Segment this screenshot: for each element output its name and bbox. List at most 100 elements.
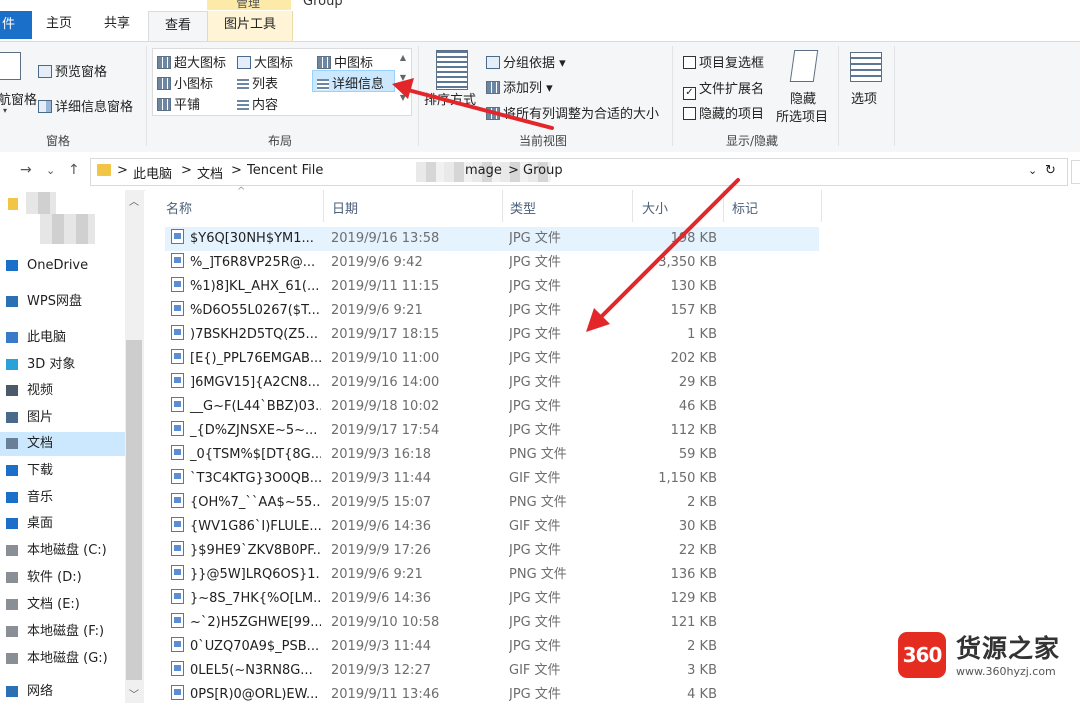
tab-file[interactable]: 件 <box>0 11 32 39</box>
nav-item[interactable]: 此电脑 <box>0 326 125 350</box>
layout-large-icons[interactable]: 大图标 <box>237 52 293 71</box>
chevron-up-icon[interactable]: ▲ <box>397 48 409 68</box>
layout-extra-large-icons[interactable]: 超大图标 <box>157 52 226 71</box>
column-header-type[interactable]: 类型 <box>510 198 536 217</box>
nav-item[interactable]: 本地磁盘 (C:) <box>0 539 125 563</box>
nav-item[interactable]: 视频 <box>0 379 125 403</box>
layout-small-icons[interactable]: 小图标 <box>157 73 213 92</box>
file-row[interactable]: _0{TSM%$[DT{8G... 2019/9/3 16:18 PNG 文件 59 … <box>165 443 819 467</box>
file-row[interactable]: }~8S_7HK{%O[LM... 2019/9/6 14:36 JPG 文件 129… <box>165 587 819 611</box>
layout-content[interactable]: 内容 <box>237 94 278 113</box>
item-checkboxes-toggle[interactable]: 项目复选框 <box>683 52 764 71</box>
crumb-group[interactable]: Group <box>523 163 563 178</box>
file-row[interactable]: ~`2)H5ZGHWE[99... 2019/9/10 10:58 JPG 文件 12… <box>165 611 819 635</box>
nav-item[interactable]: 图片 <box>0 406 125 430</box>
nav-item[interactable]: 软件 (D:) <box>0 566 125 590</box>
layout-list[interactable]: 列表 <box>237 73 278 92</box>
file-size-text: 136 KB <box>670 567 717 582</box>
crumb-image[interactable]: mage <box>465 163 502 178</box>
column-divider[interactable] <box>632 190 633 222</box>
column-header-date[interactable]: 日期 <box>332 198 358 217</box>
group-by-button[interactable]: 分组依据 ▾ <box>486 52 566 71</box>
fit-columns-button[interactable]: 将所有列调整为合适的大小 <box>486 103 659 122</box>
forward-arrow-icon[interactable]: → <box>20 162 32 178</box>
nav-item[interactable]: WPS网盘 <box>0 290 125 314</box>
file-row[interactable]: {WV1G86`I)FLULE... 2019/9/6 14:36 GIF 文件 30… <box>165 515 819 539</box>
nav-item[interactable]: OneDrive <box>0 254 125 278</box>
scroll-up-chevron-icon[interactable]: ︿ <box>129 193 139 208</box>
up-arrow-icon[interactable]: ↑ <box>68 162 80 178</box>
file-row[interactable]: __G~F(L44`BBZ)03... 2019/9/18 10:02 JPG 文件… <box>165 395 819 419</box>
file-row[interactable]: %1)8]KL_AHX_61(... 2019/9/11 11:15 JPG 文件 1… <box>165 275 819 299</box>
crumb-documents[interactable]: 文档 <box>197 163 223 182</box>
nav-item[interactable]: 本地磁盘 (G:) <box>0 647 125 671</box>
nav-item[interactable]: 文档 (E:) <box>0 593 125 617</box>
file-row[interactable]: `T3C4KTG}3O0QB... 2019/9/3 11:44 GIF 文件 1,1… <box>165 467 819 491</box>
folder-icon <box>97 164 111 176</box>
column-divider[interactable] <box>723 190 724 222</box>
file-row[interactable]: {OH%7_``AA$~55... 2019/9/5 15:07 PNG 文件 2 K… <box>165 491 819 515</box>
file-row[interactable]: %D6O55L0267($T... 2019/9/6 9:21 JPG 文件 157 … <box>165 299 819 323</box>
navigation-pane: OneDrive WPS网盘此电脑 3D 对象 视频图片文档下载音乐 桌面本地磁盘 (C… <box>0 190 144 703</box>
column-divider[interactable] <box>323 190 324 222</box>
file-extensions-toggle[interactable]: ✓ 文件扩展名 <box>683 78 764 100</box>
preview-pane-button[interactable]: 预览窗格 <box>38 61 107 80</box>
tab-picture-tools[interactable]: 图片工具 <box>207 11 293 41</box>
tab-view[interactable]: 查看 <box>148 11 208 42</box>
hide-selected-line1[interactable]: 隐藏 <box>790 88 816 107</box>
file-size: 130 KB <box>605 275 717 299</box>
nav-scrollbar-thumb[interactable] <box>126 340 142 680</box>
file-name-text: )7BSKH2D5TQ(Z5... <box>190 327 318 342</box>
options-button[interactable]: 选项 <box>851 88 877 107</box>
hidden-items-toggle[interactable]: 隐藏的项目 <box>683 103 764 122</box>
sort-by-button[interactable]: 排序方式 <box>424 89 476 108</box>
nav-item[interactable]: 文档 <box>0 432 125 456</box>
file-type-text: JPG 文件 <box>509 327 561 342</box>
crumb-this-pc[interactable]: 此电脑 <box>133 163 172 182</box>
file-row[interactable]: )7BSKH2D5TQ(Z5... 2019/9/17 18:15 JPG 文件 1 … <box>165 323 819 347</box>
address-bar[interactable]: > 此电脑 > 文档 > Tencent File mage > Group ⌄… <box>90 158 1068 186</box>
nav-item[interactable]: 本地磁盘 (F:) <box>0 620 125 644</box>
file-row[interactable]: 0`UZQ70A9$_PSB... 2019/9/3 11:44 JPG 文件 2 K… <box>165 635 819 659</box>
recent-locations-chevron-icon[interactable]: ⌄ <box>46 164 55 177</box>
hide-selected-line2[interactable]: 所选项目 <box>776 106 828 125</box>
layout-gallery-scroll[interactable]: ▲ ▼ ▼ <box>397 48 409 114</box>
nav-item-label: 图片 <box>27 410 54 425</box>
add-column-button[interactable]: 添加列 ▾ <box>486 77 553 96</box>
file-row[interactable]: [E{)_PPL76EMGAB... 2019/9/10 11:00 JPG 文件 2… <box>165 347 819 371</box>
file-row[interactable]: $Y6Q[30NH$YM1... 2019/9/16 13:58 JPG 文件 198… <box>165 227 819 251</box>
tab-home[interactable]: 主页 <box>46 12 72 31</box>
refresh-icon[interactable]: ↻ <box>1045 163 1056 178</box>
layout-tiles[interactable]: 平铺 <box>157 94 200 113</box>
scroll-down-chevron-icon[interactable]: ﹀ <box>129 686 139 701</box>
file-row[interactable]: ]6MGV15]{A2CN8... 2019/9/16 14:00 JPG 文件 29… <box>165 371 819 395</box>
layout-medium-icons[interactable]: 中图标 <box>317 52 373 71</box>
details-pane-button[interactable]: 详细信息窗格 <box>38 96 133 115</box>
file-row[interactable]: _{D%ZJNSXE~5~... 2019/9/17 17:54 JPG 文件 112… <box>165 419 819 443</box>
nav-item[interactable]: 音乐 <box>0 486 125 510</box>
file-date: 2019/9/3 11:44 <box>331 635 491 659</box>
chevron-down-icon[interactable]: ▼ <box>397 68 409 88</box>
file-row[interactable]: }}@5W]LRQ6OS}1... 2019/9/6 9:21 PNG 文件 136 … <box>165 563 819 587</box>
nav-item[interactable]: 桌面 <box>0 512 125 536</box>
nav-item[interactable]: 网络 <box>0 680 125 704</box>
column-header-tags[interactable]: 标记 <box>732 198 758 217</box>
file-row[interactable]: }$9HE9`ZKV8B0PF... 2019/9/9 17:26 JPG 文件 22… <box>165 539 819 563</box>
file-date-text: 2019/9/6 14:36 <box>331 519 431 534</box>
column-divider[interactable] <box>502 190 503 222</box>
file-row[interactable]: %_]T6R8VP25R@... 2019/9/6 9:42 JPG 文件 3,350… <box>165 251 819 275</box>
file-type: GIF 文件 <box>509 467 619 491</box>
search-input[interactable] <box>1071 160 1080 184</box>
address-dropdown-chevron-icon[interactable]: ⌄ <box>1028 164 1037 177</box>
column-header-size[interactable]: 大小 <box>642 198 668 217</box>
layout-details[interactable]: 详细信息 <box>317 73 384 92</box>
file-row[interactable]: 0LEL5(~N3RN8G... 2019/9/3 12:27 GIF 文件 3 KB <box>165 659 819 683</box>
nav-item[interactable]: 下载 <box>0 459 125 483</box>
nav-item[interactable]: 3D 对象 <box>0 353 125 377</box>
expand-more-icon[interactable]: ▼ <box>397 88 409 108</box>
column-header-name[interactable]: 名称 <box>166 198 192 217</box>
crumb-tencent-files[interactable]: Tencent File <box>247 163 323 178</box>
tab-share[interactable]: 共享 <box>104 12 130 31</box>
file-row[interactable]: 0PS[R)0@ORL)EW... 2019/9/11 13:46 JPG 文件 4 … <box>165 683 819 707</box>
column-divider[interactable] <box>821 190 822 222</box>
